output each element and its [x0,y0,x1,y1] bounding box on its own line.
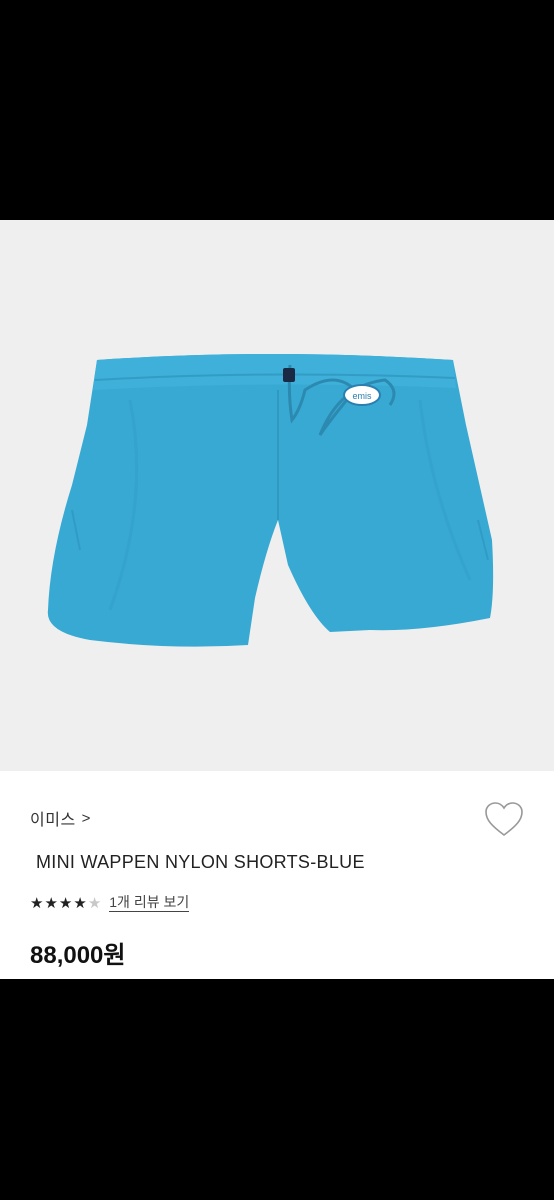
product-info-panel: 이미스 > MINI WAPPEN NYLON SHORTS-BLUE ★ ★ … [0,771,554,979]
chevron-right-icon: > [81,809,91,827]
star-icon: ★ [30,894,44,912]
product-image-area[interactable]: emis [0,220,554,771]
brand-link[interactable]: 이미스 > [30,806,91,830]
star-icon: ★ [87,894,102,912]
brand-name: 이미스 [30,812,76,829]
star-icon: ★ [73,894,87,912]
shorts-product-image: emis [47,354,494,647]
product-price: 88,000원 [30,942,126,969]
rating-stars: ★ ★ ★ ★ ★ [30,896,101,911]
bottom-black-bar [0,979,554,1200]
top-black-bar [0,0,554,220]
patch-logo-text: emis [352,391,372,401]
star-icon: ★ [44,894,58,912]
star-icon: ★ [58,894,73,912]
review-link[interactable]: 1개 리뷰 보기 [109,894,190,912]
heart-icon[interactable] [484,801,524,839]
product-title: MINI WAPPEN NYLON SHORTS-BLUE [36,852,365,872]
rating-row: ★ ★ ★ ★ ★ 1개 리뷰 보기 [30,893,190,913]
